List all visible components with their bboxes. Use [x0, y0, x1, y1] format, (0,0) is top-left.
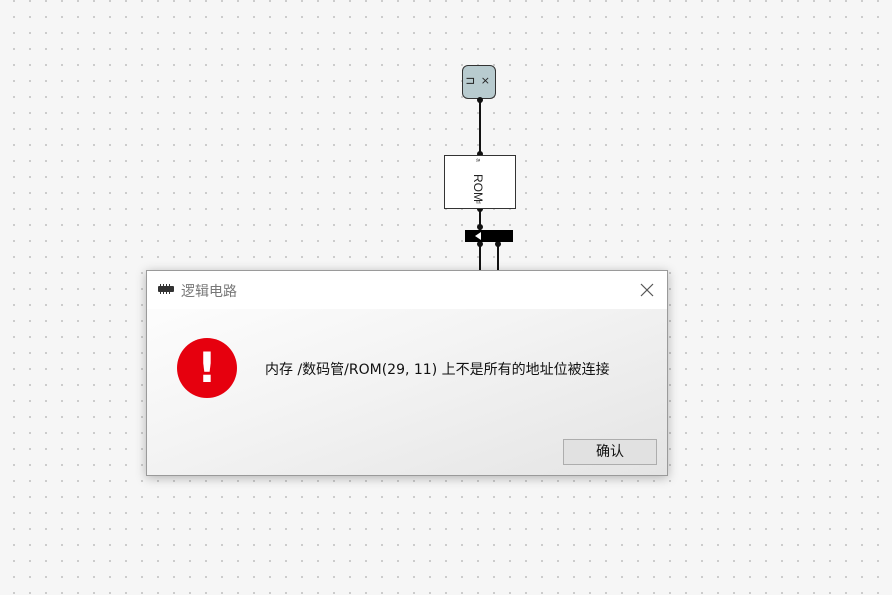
- dialog-title: 逻辑电路: [181, 284, 237, 300]
- error-message: 内存 /数码管/ROM(29, 11) 上不是所有的地址位被连接: [265, 362, 610, 378]
- input-glyph: ⊓: [463, 77, 478, 85]
- input-component[interactable]: ⊓ ×: [462, 65, 496, 99]
- dialog-titlebar[interactable]: 逻辑电路: [147, 271, 667, 309]
- rom-pin-address: a: [474, 158, 481, 162]
- close-icon: [640, 283, 654, 297]
- error-dialog: 逻辑电路 ! 内存 /数码管/ROM(29, 11) 上不是所有的地址位被连接 …: [146, 270, 668, 476]
- close-button[interactable]: [635, 278, 659, 302]
- splitter-component[interactable]: [465, 230, 513, 242]
- rom-pin-data: d: [474, 200, 481, 204]
- wire-input-to-rom[interactable]: [479, 101, 481, 155]
- rom-label: ROM: [471, 174, 485, 202]
- rom-component[interactable]: a ROM d: [444, 155, 516, 209]
- input-close-glyph: ×: [480, 74, 490, 87]
- exclamation-icon: !: [197, 343, 217, 392]
- confirm-button[interactable]: 确认: [563, 439, 657, 465]
- splitter-arrow-icon: [475, 232, 481, 240]
- junction-dot: [477, 97, 483, 103]
- error-icon: !: [177, 338, 237, 398]
- chip-icon: [158, 284, 174, 294]
